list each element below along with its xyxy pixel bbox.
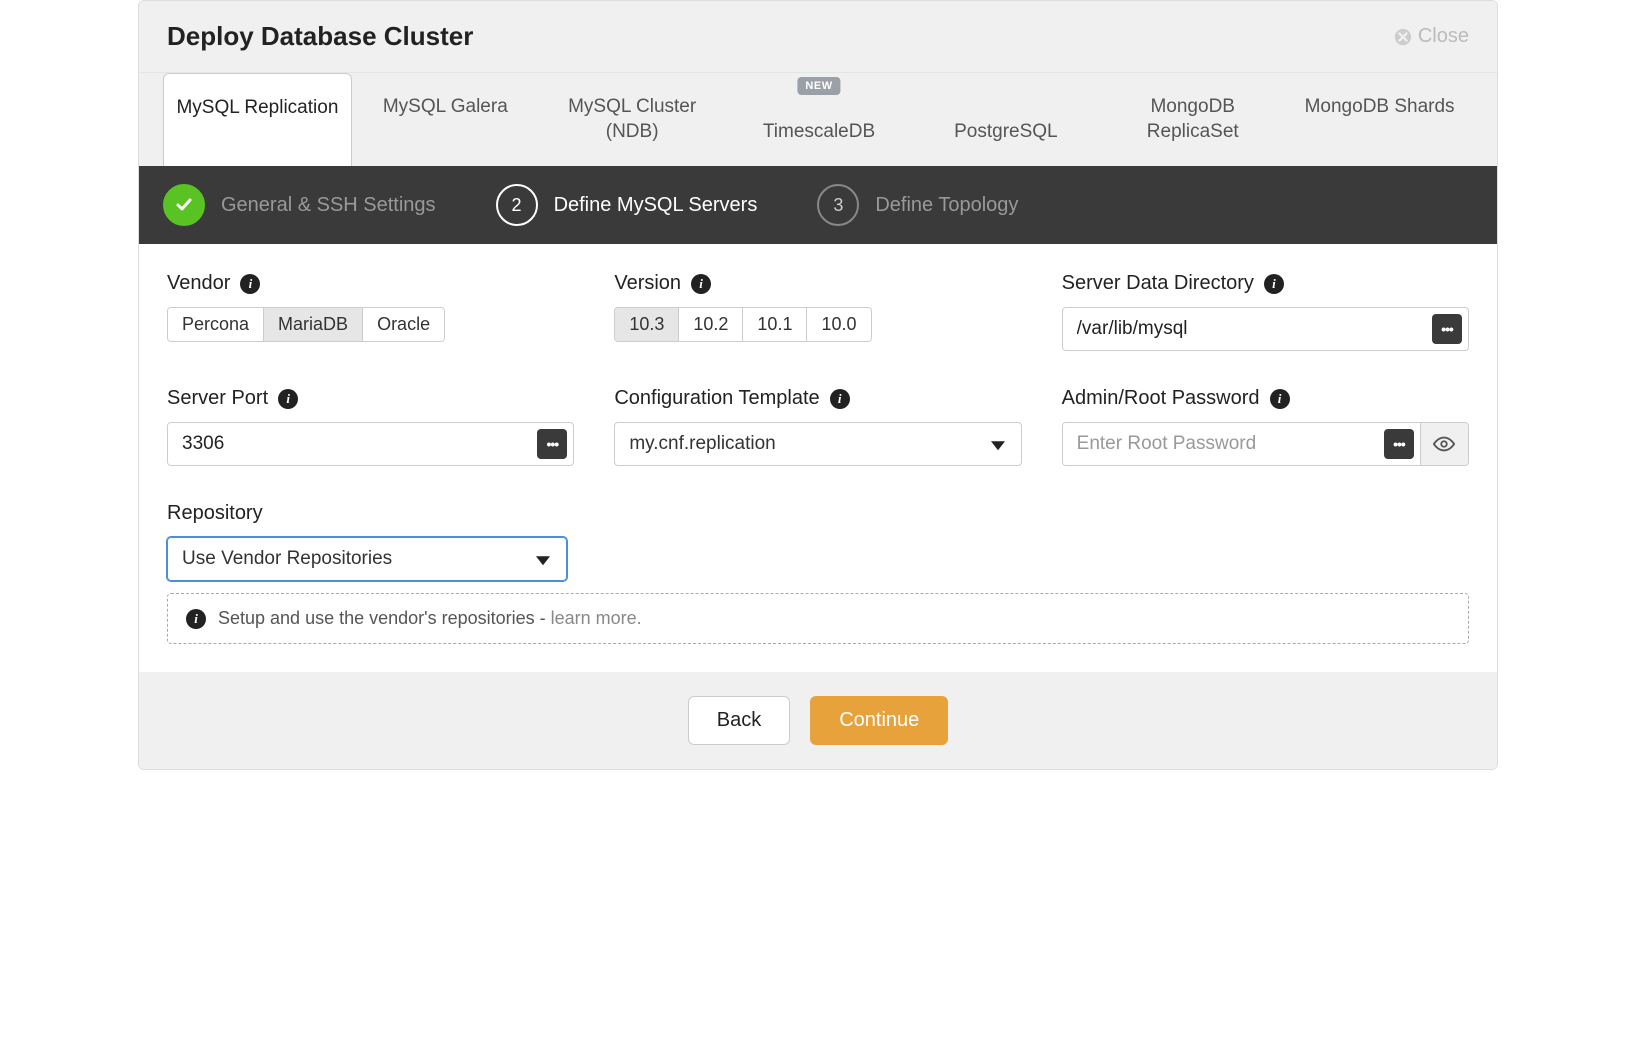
tab-mongodb-replicaset[interactable]: MongoDB ReplicaSet	[1099, 73, 1286, 166]
version-buttons: 10.3 10.2 10.1 10.0	[614, 307, 871, 342]
eye-icon[interactable]	[1420, 423, 1468, 465]
tab-mysql-cluster-ndb[interactable]: MySQL Cluster (NDB)	[539, 73, 726, 166]
wizard-step-define-topology[interactable]: 3 Define Topology	[817, 184, 1018, 226]
wizard-steps: General & SSH Settings 2 Define MySQL Se…	[139, 166, 1497, 244]
info-icon[interactable]: i	[691, 274, 711, 294]
info-icon[interactable]: i	[1264, 274, 1284, 294]
vendor-option-mariadb[interactable]: MariaDB	[264, 308, 363, 341]
data-directory-group: Server Data Directory i •••	[1062, 272, 1469, 351]
config-template-group: Configuration Template i my.cnf.replicat…	[614, 387, 1021, 466]
check-icon	[163, 184, 205, 226]
root-password-input[interactable]	[1063, 423, 1378, 465]
help-text: Setup and use the vendor's repositories …	[218, 608, 551, 628]
info-icon[interactable]: i	[278, 389, 298, 409]
wizard-step-general[interactable]: General & SSH Settings	[163, 184, 436, 226]
step-number-icon: 2	[496, 184, 538, 226]
version-option-101[interactable]: 10.1	[743, 308, 807, 341]
ellipsis-icon[interactable]: •••	[1432, 314, 1462, 344]
server-port-input[interactable]	[168, 423, 531, 465]
vendor-option-percona[interactable]: Percona	[168, 308, 264, 341]
deploy-cluster-modal: Deploy Database Cluster Close MySQL Repl…	[138, 0, 1498, 770]
ellipsis-icon[interactable]: •••	[537, 429, 567, 459]
repository-label: Repository	[167, 502, 263, 525]
wizard-step-define-servers[interactable]: 2 Define MySQL Servers	[496, 184, 758, 226]
tab-mysql-replication[interactable]: MySQL Replication	[163, 73, 352, 166]
config-template-label: Configuration Template	[614, 387, 819, 410]
form-body: Vendor i Percona MariaDB Oracle Version …	[139, 244, 1497, 672]
config-template-select[interactable]: my.cnf.replication	[614, 422, 1021, 466]
version-option-103[interactable]: 10.3	[615, 308, 679, 341]
step-number-icon: 3	[817, 184, 859, 226]
version-group: Version i 10.3 10.2 10.1 10.0	[614, 272, 1021, 351]
info-icon[interactable]: i	[240, 274, 260, 294]
tab-mongodb-shards[interactable]: MongoDB Shards	[1286, 73, 1473, 166]
continue-button[interactable]: Continue	[810, 696, 948, 745]
close-button[interactable]: Close	[1394, 25, 1469, 48]
server-port-label: Server Port	[167, 387, 268, 410]
info-icon[interactable]: i	[830, 389, 850, 409]
vendor-tabs: MySQL Replication MySQL Galera MySQL Clu…	[139, 73, 1497, 166]
tab-mysql-galera[interactable]: MySQL Galera	[352, 73, 539, 166]
close-label: Close	[1418, 25, 1469, 48]
root-password-label: Admin/Root Password	[1062, 387, 1260, 410]
info-icon[interactable]: i	[1270, 389, 1290, 409]
version-label: Version	[614, 272, 681, 295]
vendor-buttons: Percona MariaDB Oracle	[167, 307, 445, 342]
modal-title: Deploy Database Cluster	[167, 21, 473, 52]
repository-help: i Setup and use the vendor's repositorie…	[167, 593, 1469, 644]
root-password-group: Admin/Root Password i •••	[1062, 387, 1469, 466]
back-button[interactable]: Back	[688, 696, 790, 745]
server-port-group: Server Port i •••	[167, 387, 574, 466]
version-option-102[interactable]: 10.2	[679, 308, 743, 341]
repository-group: Repository Use Vendor Repositories	[167, 502, 567, 581]
repository-select[interactable]: Use Vendor Repositories	[167, 537, 567, 581]
learn-more-link[interactable]: learn more.	[551, 608, 642, 628]
version-option-100[interactable]: 10.0	[807, 308, 870, 341]
close-icon	[1394, 28, 1412, 46]
vendor-option-oracle[interactable]: Oracle	[363, 308, 444, 341]
data-directory-label: Server Data Directory	[1062, 272, 1254, 295]
modal-footer: Back Continue	[139, 672, 1497, 769]
new-badge: NEW	[797, 77, 840, 95]
data-directory-input[interactable]	[1063, 308, 1426, 350]
ellipsis-icon[interactable]: •••	[1384, 429, 1414, 459]
vendor-group: Vendor i Percona MariaDB Oracle	[167, 272, 574, 351]
info-icon: i	[186, 609, 206, 629]
tab-postgresql[interactable]: PostgreSQL	[912, 73, 1099, 166]
modal-header: Deploy Database Cluster Close	[139, 1, 1497, 73]
tab-timescaledb[interactable]: NEW TimescaleDB	[726, 73, 913, 166]
vendor-label: Vendor	[167, 272, 230, 295]
